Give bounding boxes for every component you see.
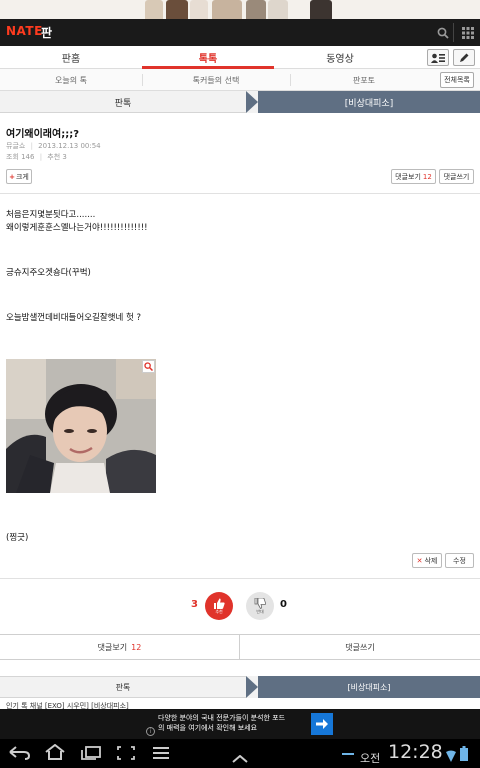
battery-icon <box>460 746 468 765</box>
home-icon[interactable] <box>44 743 66 764</box>
enlarge-label: 크게 <box>15 172 29 181</box>
bottom-view-comments[interactable]: 댓글보기 12 <box>0 635 239 659</box>
ad-arrow-button[interactable] <box>311 713 333 735</box>
tab-pann-home[interactable]: 판홈 <box>0 46 142 69</box>
ad-line-1: 다양한 분야의 국내 전문가들이 분석한 포드 <box>158 714 286 722</box>
plus-icon: + <box>9 172 15 181</box>
notification-icon[interactable] <box>342 753 354 755</box>
header-divider <box>453 23 454 42</box>
post-author[interactable]: 뮤글쇼 <box>6 142 25 150</box>
bottom-tabs-divider-bottom <box>0 659 480 660</box>
thumbs-up-icon <box>214 598 225 609</box>
zoom-icon[interactable] <box>142 360 155 373</box>
nate-logo[interactable]: NATE <box>6 24 43 38</box>
upvote-button[interactable]: 추천 <box>205 592 233 620</box>
ad-line-2: 의 매력을 여기에서 확인해 보세요 <box>158 724 258 732</box>
post-date: 2013.12.13 00:54 <box>38 142 101 150</box>
bottom-comments-label: 댓글보기 <box>97 642 128 652</box>
app-header <box>0 19 480 46</box>
upvote-count: 3 <box>191 599 198 610</box>
thumbs-down-icon <box>254 597 266 609</box>
post-body-line: 왜이렇게훈훈스멜나는거야!!!!!!!!!!!!!! <box>6 223 148 233</box>
all-list-button[interactable]: 전체목록 <box>440 72 474 88</box>
enlarge-text-button[interactable]: + 크게 <box>6 169 32 184</box>
post-body-line: (찡긋) <box>6 533 29 543</box>
downvote-label: 반대 <box>256 608 264 614</box>
delete-label: 삭제 <box>424 556 438 565</box>
bottom-write-comment[interactable]: 댓글쓰기 <box>240 635 480 659</box>
view-comments-button[interactable]: 댓글보기 12 <box>391 169 436 184</box>
category-pann-talk-bottom[interactable]: 판톡 <box>0 676 246 698</box>
back-icon[interactable] <box>8 745 31 764</box>
screenshot-icon[interactable] <box>117 745 135 764</box>
category-channel-bottom[interactable]: [비상대피소] <box>258 676 480 698</box>
downvote-count: 0 <box>280 599 287 610</box>
post-body-line: 긍슈지주오겟숑다(꾸벅) <box>6 268 91 278</box>
subtab-talkers-choice[interactable]: 톡커들의 선택 <box>142 69 290 91</box>
upvote-label: 추천 <box>215 608 223 614</box>
delete-button[interactable]: ✕ 삭제 <box>412 553 442 568</box>
grid-menu-icon[interactable] <box>455 19 480 46</box>
view-comments-label: 댓글보기 <box>395 172 421 181</box>
bottom-comments-count: 12 <box>131 642 142 652</box>
post-views: 조회 146 <box>6 153 35 161</box>
write-post-button[interactable] <box>453 49 475 66</box>
menu-icon[interactable] <box>153 745 169 764</box>
info-icon[interactable]: i <box>146 727 155 736</box>
recent-apps-icon[interactable] <box>81 745 101 764</box>
clock-time[interactable]: 12:28 <box>388 741 443 763</box>
downvote-button[interactable]: 반대 <box>246 592 274 620</box>
arrow-right-icon <box>316 719 328 729</box>
edit-button[interactable]: 수정 <box>445 553 474 568</box>
post-header-divider <box>0 193 480 194</box>
close-icon: ✕ <box>416 556 423 565</box>
top-ad-banner[interactable] <box>0 0 480 19</box>
post-body-divider <box>0 578 480 579</box>
pann-logo[interactable]: 판 <box>41 24 52 41</box>
wifi-icon <box>446 747 456 766</box>
category-pann-talk[interactable]: 판톡 <box>0 91 246 113</box>
profile-list-button[interactable] <box>427 49 449 66</box>
post-body-line: 오늘밤샐껀데비대들어오길잘햇네 헛 ? <box>6 313 142 323</box>
category-arrow-bottom <box>246 676 258 698</box>
post-photo[interactable] <box>6 359 156 493</box>
post-title: 여기왜이래여;;;? <box>6 129 79 140</box>
subtab-pann-photo[interactable]: 판포토 <box>290 69 438 91</box>
clock-ampm: 오전 <box>360 752 381 765</box>
ad-text: 다양한 분야의 국내 전문가들이 분석한 포드 의 매력을 여기에서 확인해 보… <box>158 713 308 733</box>
post-body-line: 처음은지몇분됫다고....... <box>6 210 96 220</box>
tab-video[interactable]: 동영상 <box>274 46 406 69</box>
meta-separator: | <box>30 142 33 150</box>
post-stats: 조회 146 | 추천 3 <box>6 152 67 162</box>
meta-separator: | <box>39 153 43 161</box>
comments-count: 12 <box>422 172 432 181</box>
write-comment-button[interactable]: 댓글쓰기 <box>439 169 474 184</box>
chevron-up-icon[interactable] <box>232 748 248 767</box>
category-arrow <box>246 91 258 113</box>
post-recommends: 추천 3 <box>47 153 67 161</box>
subtab-today-talk[interactable]: 오늘의 톡 <box>0 69 142 91</box>
post-author-date: 뮤글쇼 | 2013.12.13 00:54 <box>6 141 101 151</box>
category-channel[interactable]: [비상대피소] <box>258 91 480 113</box>
